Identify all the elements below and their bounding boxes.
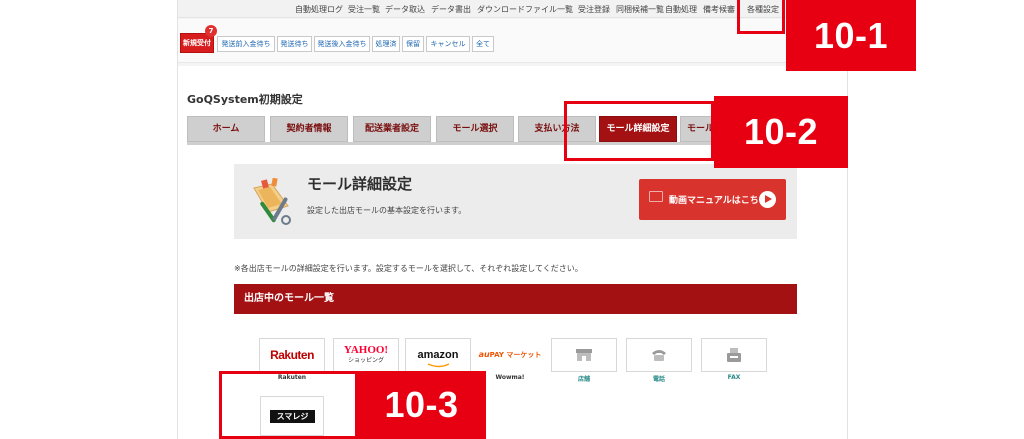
mall-tile-store[interactable]: [551, 338, 617, 372]
menu-data-import[interactable]: データ取込: [385, 4, 425, 15]
monitor-icon: [649, 191, 663, 202]
menu-order-list[interactable]: 受注一覧: [348, 4, 380, 15]
page-title: GoQSystem初期設定: [187, 93, 303, 106]
rakuten-logo: Rakuten: [270, 348, 314, 362]
video-manual-label: 動画マニュアルはこちら: [669, 196, 768, 206]
menu-download-files[interactable]: ダウンロードファイル一覧: [477, 4, 573, 15]
tools-icon: [248, 177, 298, 226]
status-tab-cancel[interactable]: キャンセル: [426, 36, 470, 52]
section-description: 設定した出店モールの基本設定を行います。: [307, 206, 467, 215]
fax-icon: [727, 348, 741, 362]
section-header-card: モール詳細設定 設定した出店モールの基本設定を行います。 動画マニュアルはこちら: [234, 164, 797, 239]
mall-label-phone: 電話: [652, 376, 665, 383]
section-title: モール詳細設定: [307, 175, 413, 193]
highlight-settings-menu: [737, 0, 785, 34]
nav-tab-home[interactable]: ホーム: [187, 116, 265, 142]
nav-tab-carrier[interactable]: 配送業者設定: [353, 116, 431, 142]
mall-label-fax: FAX: [727, 374, 741, 381]
status-tab-new[interactable]: 7 新規受付: [180, 25, 217, 53]
amazon-smile-icon: [427, 363, 450, 368]
mall-tile-rakuten[interactable]: Rakuten: [259, 338, 325, 372]
menu-remarks[interactable]: 備考候審: [703, 4, 735, 15]
status-tab-all[interactable]: 全て: [472, 36, 494, 52]
aupay-logo: auPAY マーケット: [478, 350, 542, 359]
status-tab-awaiting-prepayment[interactable]: 発送前入金待ち: [217, 36, 275, 52]
video-manual-button[interactable]: 動画マニュアルはこちら: [639, 179, 786, 220]
instruction-note: ※各出店モールの詳細設定を行います。設定するモールを選択して、それぞれ設定してく…: [234, 264, 583, 273]
menu-order-register[interactable]: 受注登録: [578, 4, 610, 15]
callout-10-2: 10-2: [714, 96, 848, 168]
mall-label-wowma: Wowma!: [495, 374, 525, 381]
mall-tile-yahoo[interactable]: YAHOO! ショッピング: [333, 338, 399, 372]
yahoo-logo-main: YAHOO!: [343, 343, 389, 356]
nav-tab-contractor[interactable]: 契約者情報: [270, 116, 348, 142]
status-tab-processed[interactable]: 処理済: [372, 36, 400, 52]
play-icon: [759, 191, 776, 208]
status-tab-awaiting-shipment[interactable]: 発送待ち: [277, 36, 312, 52]
highlight-sumaregi-tile: [219, 371, 358, 439]
mall-label-store: 店舗: [577, 376, 590, 383]
mall-tile-wowma[interactable]: auPAY マーケット: [477, 338, 543, 372]
phone-icon: [652, 350, 666, 361]
status-tab-awaiting-postpayment[interactable]: 発送後入金待ち: [314, 36, 370, 52]
mall-tile-amazon[interactable]: amazon: [405, 338, 471, 372]
yahoo-logo-sub: ショッピング: [347, 356, 384, 364]
nav-tab-mall-select[interactable]: モール選択: [436, 116, 514, 142]
new-count-badge: 7: [205, 25, 217, 37]
highlight-mall-detail-tab: [564, 101, 714, 161]
menu-auto-process[interactable]: 自動処理: [665, 4, 697, 15]
callout-10-1: 10-1: [786, 0, 916, 71]
status-tab-hold[interactable]: 保留: [402, 36, 424, 52]
mall-tile-fax[interactable]: [701, 338, 767, 372]
mall-tile-phone[interactable]: [626, 338, 692, 372]
menu-auto-log[interactable]: 自動処理ログ: [295, 4, 343, 15]
amazon-logo: amazon: [417, 349, 459, 361]
status-tab-label: 新規受付: [183, 39, 211, 47]
mall-list-header: 出店中のモール一覧: [234, 284, 797, 314]
app-root: 自動処理ログ 受注一覧 データ取込 データ書出 ダウンロードファイル一覧 受注登…: [0, 0, 1024, 439]
shop-icon: [576, 349, 592, 361]
callout-10-3: 10-3: [357, 371, 486, 439]
menu-bundle-candidates[interactable]: 同梱候補一覧: [616, 4, 664, 15]
yahoo-logo: YAHOO! ショッピング: [343, 343, 389, 366]
menu-data-export[interactable]: データ書出: [431, 4, 471, 15]
